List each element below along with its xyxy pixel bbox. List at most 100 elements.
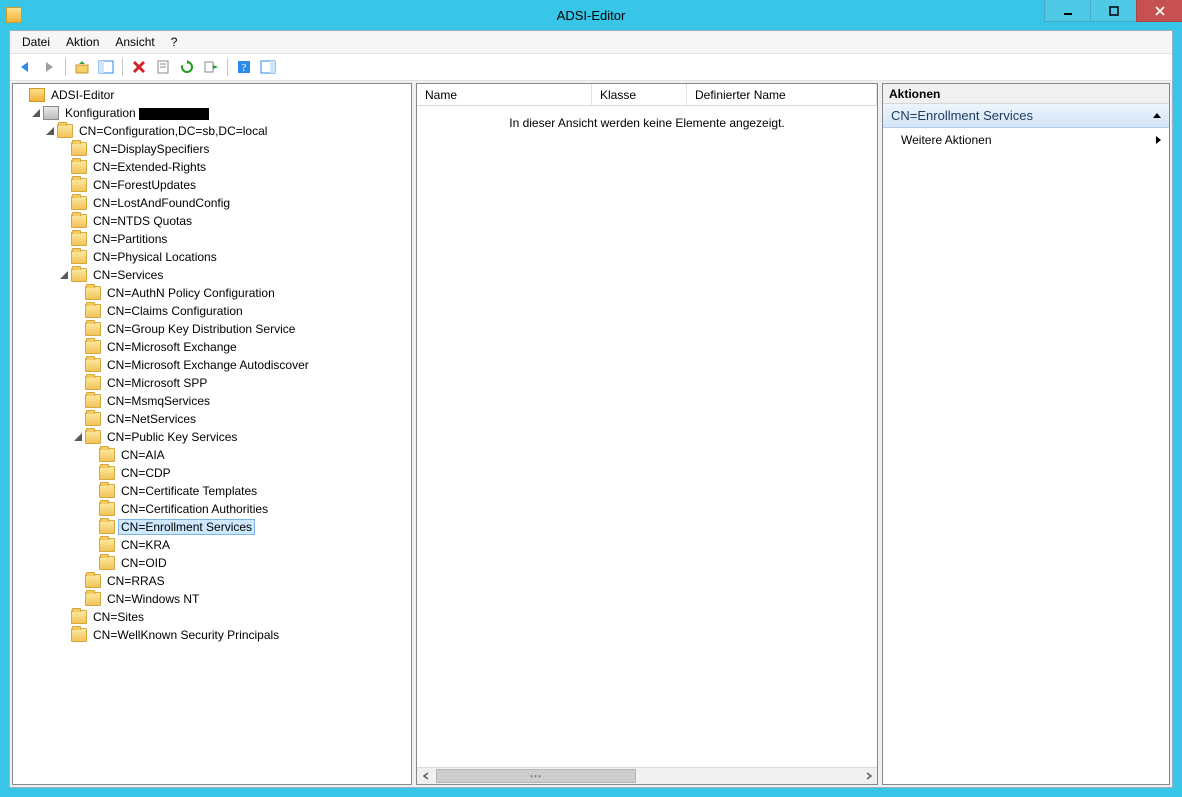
tree-node[interactable]: CN=MsmqServices <box>15 392 411 410</box>
menu-view[interactable]: Ansicht <box>107 33 162 51</box>
folder-icon <box>71 178 87 192</box>
tree-node[interactable]: CN=Certification Authorities <box>15 500 411 518</box>
properties-button[interactable] <box>152 56 174 78</box>
menu-file[interactable]: Datei <box>14 33 58 51</box>
expander-open-icon[interactable] <box>43 124 57 138</box>
tree-node-konfiguration[interactable]: Konfiguration <box>15 104 411 122</box>
tree-node[interactable]: CN=OID <box>15 554 411 572</box>
expander-icon[interactable] <box>15 88 29 102</box>
tree-node[interactable]: CN=Windows NT <box>15 590 411 608</box>
tree-node-configuration[interactable]: CN=Configuration,DC=sb,DC=local <box>15 122 411 140</box>
column-header-name[interactable]: Name <box>417 84 592 105</box>
partition-icon <box>43 106 59 120</box>
folder-icon <box>85 286 101 300</box>
separator <box>227 58 228 76</box>
folder-icon <box>99 538 115 552</box>
expander-open-icon[interactable] <box>71 430 85 444</box>
actions-context-title[interactable]: CN=Enrollment Services <box>883 104 1169 128</box>
scroll-thumb[interactable]: ⋯ <box>436 769 636 783</box>
column-header-dn[interactable]: Definierter Name <box>687 84 877 105</box>
toolbar: ? <box>10 53 1172 81</box>
tree-node[interactable]: CN=Microsoft SPP <box>15 374 411 392</box>
chevron-left-icon <box>422 772 430 780</box>
tree-node-root[interactable]: ADSI-Editor <box>15 86 411 104</box>
nav-back-button[interactable] <box>14 56 36 78</box>
refresh-icon <box>179 59 195 75</box>
tree-node[interactable]: CN=KRA <box>15 536 411 554</box>
folder-icon <box>85 592 101 606</box>
scroll-left-button[interactable] <box>417 768 434 784</box>
tree-node[interactable]: CN=DisplaySpecifiers <box>15 140 411 158</box>
tree-node[interactable]: CN=AuthN Policy Configuration <box>15 284 411 302</box>
folder-icon <box>85 358 101 372</box>
tree-node-enrollment-services[interactable]: CN=Enrollment Services <box>15 518 411 536</box>
window-title: ADSI-Editor <box>0 8 1182 23</box>
chevron-right-icon <box>1156 136 1161 144</box>
minimize-button[interactable] <box>1044 0 1090 22</box>
actions-more-label: Weitere Aktionen <box>901 133 992 147</box>
arrow-left-icon <box>17 59 33 75</box>
tree-node[interactable]: CN=ForestUpdates <box>15 176 411 194</box>
tree-node[interactable]: CN=LostAndFoundConfig <box>15 194 411 212</box>
export-button[interactable] <box>200 56 222 78</box>
close-button[interactable] <box>1136 0 1182 22</box>
folder-icon <box>85 574 101 588</box>
folder-up-icon <box>74 59 90 75</box>
minimize-icon <box>1063 6 1073 16</box>
tree-node[interactable]: CN=WellKnown Security Principals <box>15 626 411 644</box>
folder-icon <box>71 160 87 174</box>
scroll-track[interactable]: ⋯ <box>434 768 860 784</box>
tree-node[interactable]: CN=Sites <box>15 608 411 626</box>
actions-panel-icon <box>260 59 276 75</box>
tree-node-public-key-services[interactable]: CN=Public Key Services <box>15 428 411 446</box>
scope-tree[interactable]: ADSI-Editor Konfiguration CN=Configurati… <box>13 84 411 784</box>
tree-node[interactable]: CN=NTDS Quotas <box>15 212 411 230</box>
arrow-right-icon <box>41 59 57 75</box>
folder-icon <box>85 376 101 390</box>
scroll-right-button[interactable] <box>860 768 877 784</box>
tree-node[interactable]: CN=AIA <box>15 446 411 464</box>
tree-node[interactable]: CN=Extended-Rights <box>15 158 411 176</box>
actions-more-link[interactable]: Weitere Aktionen <box>883 128 1169 152</box>
maximize-button[interactable] <box>1090 0 1136 22</box>
content-area: ADSI-Editor Konfiguration CN=Configurati… <box>10 81 1172 787</box>
folder-icon <box>99 502 115 516</box>
tree-node[interactable]: CN=CDP <box>15 464 411 482</box>
nav-forward-button[interactable] <box>38 56 60 78</box>
title-bar[interactable]: ADSI-Editor <box>0 0 1182 30</box>
column-header-class[interactable]: Klasse <box>592 84 687 105</box>
show-hide-actions-button[interactable] <box>257 56 279 78</box>
up-level-button[interactable] <box>71 56 93 78</box>
app-window: ADSI-Editor Datei Aktion Ansicht ? <box>0 0 1182 797</box>
menu-help[interactable]: ? <box>163 33 186 51</box>
actions-title-label: CN=Enrollment Services <box>891 108 1033 123</box>
tree-node[interactable]: CN=Group Key Distribution Service <box>15 320 411 338</box>
tree-node[interactable]: CN=Claims Configuration <box>15 302 411 320</box>
folder-icon <box>85 340 101 354</box>
tree-node[interactable]: CN=Certificate Templates <box>15 482 411 500</box>
horizontal-scrollbar[interactable]: ⋯ <box>417 767 877 784</box>
collapse-up-icon <box>1153 113 1161 118</box>
folder-icon <box>99 466 115 480</box>
expander-open-icon[interactable] <box>57 268 71 282</box>
list-body[interactable]: In dieser Ansicht werden keine Elemente … <box>417 106 877 767</box>
folder-icon <box>85 412 101 426</box>
expander-open-icon[interactable] <box>29 106 43 120</box>
folder-icon <box>99 484 115 498</box>
tree-node[interactable]: CN=RRAS <box>15 572 411 590</box>
tree-node[interactable]: CN=NetServices <box>15 410 411 428</box>
show-hide-tree-button[interactable] <box>95 56 117 78</box>
tree-node-services[interactable]: CN=Services <box>15 266 411 284</box>
folder-icon <box>71 142 87 156</box>
scope-tree-panel: ADSI-Editor Konfiguration CN=Configurati… <box>12 83 412 785</box>
adsi-root-icon <box>29 88 45 102</box>
chevron-right-icon <box>865 772 873 780</box>
delete-button[interactable] <box>128 56 150 78</box>
tree-node[interactable]: CN=Microsoft Exchange <box>15 338 411 356</box>
tree-node[interactable]: CN=Physical Locations <box>15 248 411 266</box>
tree-node[interactable]: CN=Microsoft Exchange Autodiscover <box>15 356 411 374</box>
tree-node[interactable]: CN=Partitions <box>15 230 411 248</box>
menu-action[interactable]: Aktion <box>58 33 107 51</box>
refresh-button[interactable] <box>176 56 198 78</box>
help-button[interactable]: ? <box>233 56 255 78</box>
